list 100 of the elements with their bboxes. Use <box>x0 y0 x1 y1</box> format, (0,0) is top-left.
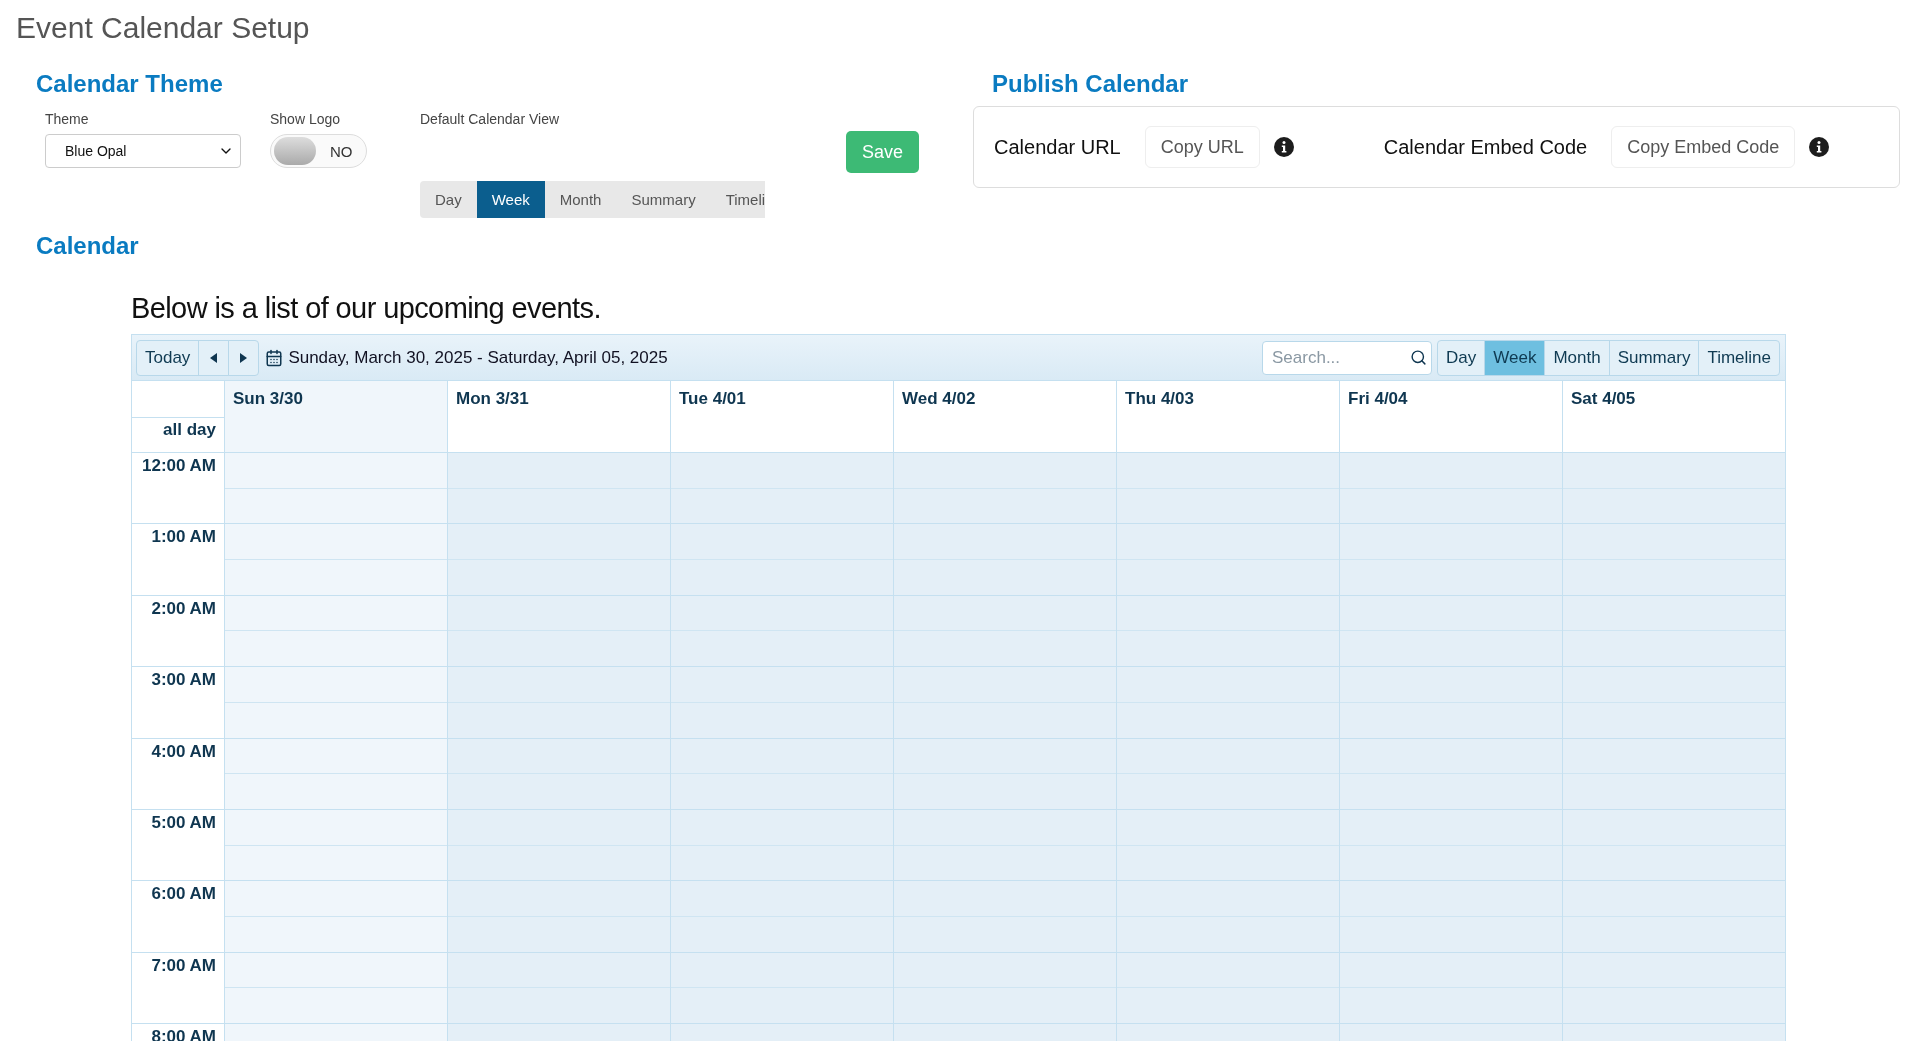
time-slot[interactable] <box>894 952 1116 988</box>
time-slot[interactable] <box>1563 453 1785 488</box>
all-day-slot[interactable] <box>1116 417 1339 453</box>
time-slot[interactable] <box>1117 881 1339 917</box>
time-slot[interactable] <box>448 630 670 667</box>
time-slot[interactable] <box>1340 916 1562 952</box>
time-slot[interactable] <box>1340 524 1562 560</box>
time-slot[interactable] <box>448 524 670 560</box>
time-slot[interactable] <box>1563 809 1785 845</box>
time-slot[interactable] <box>225 987 447 1024</box>
time-slot[interactable] <box>1340 881 1562 917</box>
time-slot[interactable] <box>1340 844 1562 881</box>
time-slot[interactable] <box>1340 559 1562 595</box>
time-slot[interactable] <box>225 809 447 845</box>
time-slot[interactable] <box>225 487 447 524</box>
time-slot[interactable] <box>1563 881 1785 917</box>
time-slot[interactable] <box>894 701 1116 738</box>
time-slot[interactable] <box>1117 773 1339 809</box>
time-slot[interactable] <box>671 701 893 738</box>
view-tab[interactable]: Timeli <box>710 181 765 218</box>
time-slot[interactable] <box>671 916 893 952</box>
next-button[interactable] <box>228 339 260 376</box>
copy-button[interactable]: Copy URL <box>1144 126 1260 168</box>
time-slot[interactable] <box>1340 667 1562 702</box>
time-slot[interactable] <box>1340 738 1562 774</box>
time-slot[interactable] <box>1563 987 1785 1024</box>
time-slot[interactable] <box>671 773 893 809</box>
time-slot[interactable] <box>448 738 670 774</box>
time-slot[interactable] <box>1117 559 1339 595</box>
time-slot[interactable] <box>671 738 893 774</box>
time-slot[interactable] <box>1117 987 1339 1024</box>
time-slot[interactable] <box>1117 809 1339 845</box>
time-slot[interactable] <box>1117 952 1339 988</box>
time-slot[interactable] <box>448 952 670 988</box>
time-slot[interactable] <box>671 487 893 524</box>
time-slot[interactable] <box>1340 453 1562 488</box>
time-slot[interactable] <box>671 559 893 595</box>
all-day-slot[interactable] <box>1339 417 1562 453</box>
time-slot[interactable] <box>1117 667 1339 702</box>
time-slot[interactable] <box>225 773 447 809</box>
time-slot[interactable] <box>671 630 893 667</box>
time-slot[interactable] <box>1563 738 1785 774</box>
view-tab[interactable]: Summary <box>616 181 711 218</box>
all-day-slot[interactable] <box>447 417 670 453</box>
time-slot[interactable] <box>671 844 893 881</box>
time-slot[interactable] <box>1563 630 1785 667</box>
time-slot[interactable] <box>1340 630 1562 667</box>
all-day-slot[interactable] <box>224 417 447 453</box>
time-slot[interactable] <box>448 701 670 738</box>
time-slot[interactable] <box>1340 487 1562 524</box>
view-tab[interactable]: Summary <box>1608 339 1700 376</box>
time-slot[interactable] <box>1340 987 1562 1024</box>
all-day-slot[interactable] <box>670 417 893 453</box>
time-slot[interactable] <box>1340 701 1562 738</box>
search-field[interactable]: Search... <box>1262 340 1432 375</box>
time-slot[interactable] <box>1563 952 1785 988</box>
time-slot[interactable] <box>894 524 1116 560</box>
time-slot[interactable] <box>1563 595 1785 631</box>
time-slot[interactable] <box>448 844 670 881</box>
time-slot[interactable] <box>894 487 1116 524</box>
time-slot[interactable] <box>225 595 447 631</box>
time-slot[interactable] <box>894 667 1116 702</box>
time-slot[interactable] <box>225 453 447 488</box>
view-tab[interactable]: Timeline <box>1698 339 1780 376</box>
view-tab[interactable]: Day <box>420 181 477 218</box>
time-slot[interactable] <box>1340 952 1562 988</box>
time-slot[interactable] <box>225 881 447 917</box>
time-slot[interactable] <box>448 453 670 488</box>
time-slot[interactable] <box>894 595 1116 631</box>
time-slot[interactable] <box>225 952 447 988</box>
time-slot[interactable] <box>1117 738 1339 774</box>
time-slot[interactable] <box>225 559 447 595</box>
time-slot[interactable] <box>1563 844 1785 881</box>
time-slot[interactable] <box>894 809 1116 845</box>
time-slot[interactable] <box>448 595 670 631</box>
time-slot[interactable] <box>225 630 447 667</box>
time-slot[interactable] <box>225 701 447 738</box>
time-slot[interactable] <box>671 667 893 702</box>
time-slot[interactable] <box>671 987 893 1024</box>
time-slot[interactable] <box>448 487 670 524</box>
time-slot[interactable] <box>1563 559 1785 595</box>
view-tab[interactable]: Month <box>544 181 617 218</box>
time-slot[interactable] <box>225 844 447 881</box>
time-slot[interactable] <box>671 881 893 917</box>
time-slot[interactable] <box>894 630 1116 667</box>
time-slot[interactable] <box>1340 773 1562 809</box>
time-slot[interactable] <box>894 453 1116 488</box>
time-slot[interactable] <box>1117 487 1339 524</box>
time-slot[interactable] <box>894 738 1116 774</box>
time-slot[interactable] <box>225 916 447 952</box>
time-slot[interactable] <box>448 809 670 845</box>
time-slot[interactable] <box>1563 773 1785 809</box>
time-slot[interactable] <box>225 667 447 702</box>
toggle-switch[interactable]: NO <box>270 134 367 168</box>
all-day-slot[interactable] <box>893 417 1116 453</box>
time-slot[interactable] <box>225 524 447 560</box>
view-tab[interactable]: Week <box>476 181 545 218</box>
time-slot[interactable] <box>448 667 670 702</box>
time-slot[interactable] <box>1117 453 1339 488</box>
prev-button[interactable] <box>198 339 230 376</box>
